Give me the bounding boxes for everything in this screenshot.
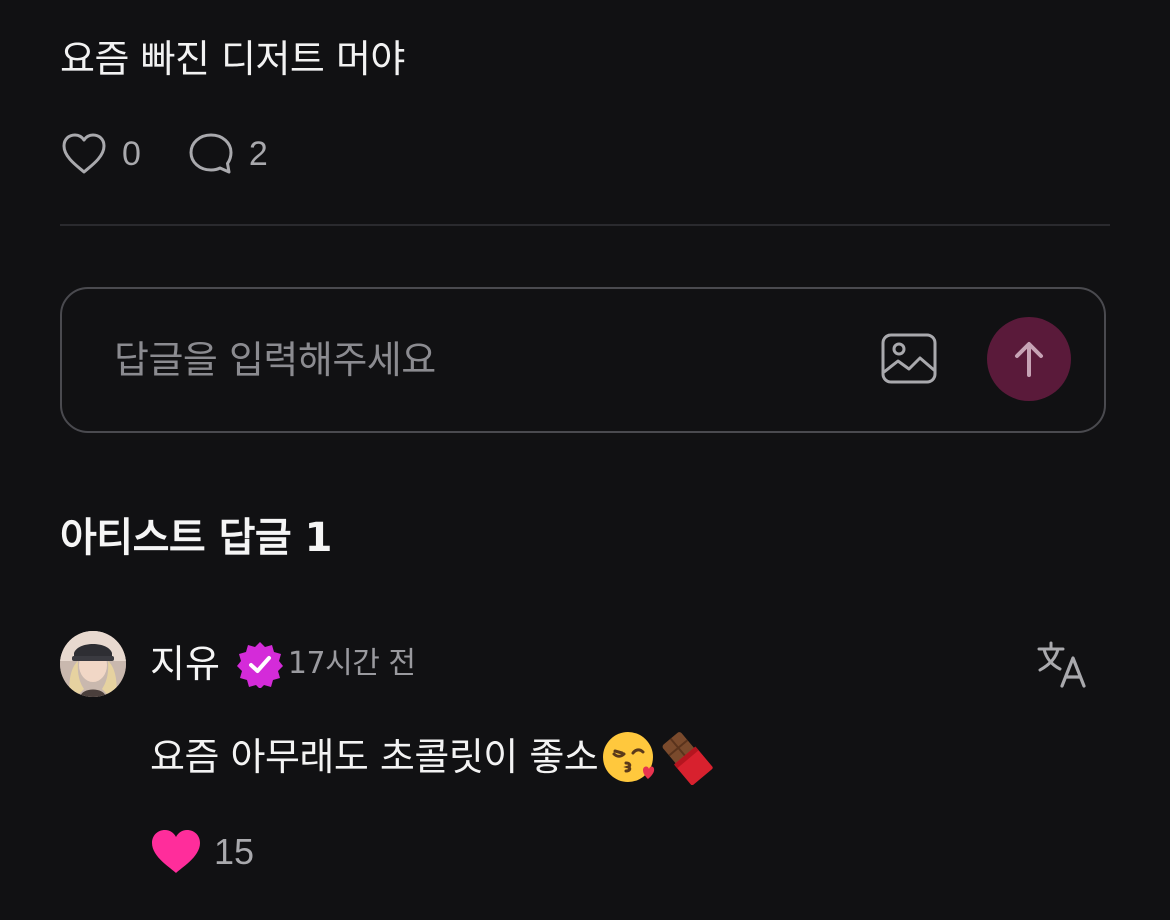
comment-like-count: 15 <box>214 831 255 872</box>
reply-input-placeholder[interactable]: 답글을 입력해주세요 <box>114 333 436 387</box>
avatar[interactable] <box>60 631 126 697</box>
like-count: 0 <box>122 134 141 173</box>
comment-body: 요즘 아무래도 초콜릿이 좋소 <box>150 728 714 786</box>
artist-replies-title: 아티스트 답글 1 <box>60 515 332 561</box>
comment-text: 요즘 아무래도 초콜릿이 좋소 <box>150 735 599 779</box>
reply-input-box[interactable]: 답글을 입력해주세요 <box>60 287 1106 433</box>
comment-header: 지유 17시간 전 <box>150 636 416 692</box>
chocolate-bar-emoji <box>662 732 713 785</box>
avatar-image <box>60 631 126 697</box>
comment-bubble-icon <box>189 133 233 174</box>
comment-like-button[interactable]: 15 <box>150 826 254 878</box>
kissing-face-emoji <box>603 732 655 782</box>
divider <box>60 224 1110 226</box>
comment-time: 17시간 전 <box>287 646 416 681</box>
arrow-up-icon <box>1015 342 1043 377</box>
post-stats: 0 2 <box>60 127 268 181</box>
comment-button[interactable]: 2 <box>187 131 268 177</box>
send-button[interactable] <box>987 317 1071 401</box>
author-name[interactable]: 지유 <box>150 636 220 692</box>
verified-badge-icon <box>236 642 283 688</box>
comment-count: 2 <box>248 134 268 173</box>
heart-outline-icon <box>62 133 106 174</box>
translate-icon <box>1037 641 1086 688</box>
like-button[interactable]: 0 <box>60 132 141 176</box>
post-text: 요즘 빠진 디저트 머야 <box>60 37 405 81</box>
image-attach-button[interactable] <box>880 331 938 387</box>
heart-filled-icon <box>152 830 200 873</box>
image-icon <box>881 333 937 384</box>
translate-button[interactable] <box>1036 640 1090 690</box>
